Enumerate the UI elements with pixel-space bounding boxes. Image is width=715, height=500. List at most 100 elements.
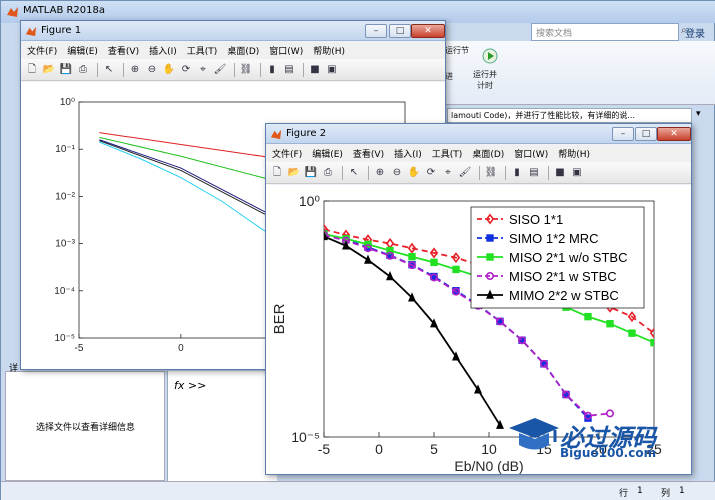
details-panel: 选择文件以查看详细信息 bbox=[5, 371, 165, 481]
legend-entry: SISO 1*1 bbox=[509, 212, 563, 227]
x-tick-label: 0 bbox=[178, 343, 184, 354]
run-and-time-button[interactable]: 运行并 计时 bbox=[473, 69, 497, 91]
print-icon[interactable]: ⎙ bbox=[76, 63, 90, 77]
colorbar-icon[interactable]: ▮ bbox=[510, 166, 524, 180]
link-plot-icon[interactable]: ⛓ bbox=[239, 63, 253, 77]
menu-window[interactable]: 窗口(W) bbox=[514, 147, 548, 160]
command-prompt[interactable]: fx >> bbox=[174, 379, 206, 392]
figure1-title: Figure 1 bbox=[41, 25, 82, 36]
menu-tools[interactable]: 工具(T) bbox=[187, 44, 218, 57]
chevron-down-icon[interactable]: ▾ bbox=[696, 109, 701, 119]
y-axis-label: BER bbox=[271, 303, 288, 334]
minimize-button[interactable]: – bbox=[612, 127, 634, 141]
zoom-in-icon[interactable]: ⊕ bbox=[373, 166, 387, 180]
row-label: 行 bbox=[619, 489, 629, 499]
menu-insert[interactable]: 插入(I) bbox=[149, 44, 177, 57]
series-point-2 bbox=[408, 252, 416, 261]
open-file-icon[interactable]: 📂 bbox=[42, 63, 56, 77]
zoom-out-icon[interactable]: ⊖ bbox=[390, 166, 404, 180]
pan-icon[interactable]: ✋ bbox=[407, 166, 421, 180]
data-cursor-icon[interactable]: ⌖ bbox=[196, 63, 210, 77]
arrow-select-icon[interactable]: ↖ bbox=[347, 166, 361, 180]
save-icon[interactable]: 💾 bbox=[304, 166, 318, 180]
print-icon[interactable]: ⎙ bbox=[321, 166, 335, 180]
x-tick-label: 10 bbox=[481, 441, 497, 457]
figure1-menubar: 文件(F) 编辑(E) 查看(V) 插入(I) 工具(T) 桌面(D) 窗口(W… bbox=[21, 42, 445, 59]
toolbar-separator bbox=[548, 165, 549, 180]
hide-plot-tools-icon[interactable]: ■ bbox=[553, 166, 567, 180]
minimize-button[interactable]: – bbox=[365, 24, 387, 38]
legend-icon[interactable]: ▤ bbox=[527, 166, 541, 180]
figure1-title-bar: Figure 1 – □ ✕ bbox=[21, 21, 445, 41]
command-window[interactable]: fx >> bbox=[167, 371, 277, 481]
colorbar-icon[interactable]: ▮ bbox=[265, 63, 279, 77]
arrow-select-icon[interactable]: ↖ bbox=[102, 63, 116, 77]
doc-search-input[interactable]: 搜索文档 bbox=[531, 23, 679, 41]
rotate-icon[interactable]: ⟳ bbox=[424, 166, 438, 180]
menu-desktop[interactable]: 桌面(D) bbox=[472, 147, 504, 160]
menu-help[interactable]: 帮助(H) bbox=[558, 147, 590, 160]
x-axis-label: Eb/N0 (dB) bbox=[454, 458, 523, 474]
menu-view[interactable]: 查看(V) bbox=[108, 44, 139, 57]
matlab-window-title: MATLAB R2018a bbox=[23, 5, 106, 16]
legend-entry: SIMO 1*2 MRC bbox=[509, 231, 599, 246]
close-button[interactable]: ✕ bbox=[411, 24, 445, 38]
menu-edit[interactable]: 编辑(E) bbox=[312, 147, 343, 160]
toolbar-separator bbox=[342, 165, 343, 180]
y-tick-label: 10⁻³ bbox=[55, 239, 75, 250]
legend-icon[interactable]: ▤ bbox=[282, 63, 296, 77]
figure2-menubar: 文件(F) 编辑(E) 查看(V) 插入(I) 工具(T) 桌面(D) 窗口(W… bbox=[266, 145, 691, 162]
login-link[interactable]: 登录 bbox=[685, 25, 705, 40]
zoom-out-icon[interactable]: ⊖ bbox=[145, 63, 159, 77]
menu-desktop[interactable]: 桌面(D) bbox=[227, 44, 259, 57]
menu-edit[interactable]: 编辑(E) bbox=[67, 44, 98, 57]
menu-file[interactable]: 文件(F) bbox=[27, 44, 57, 57]
run-section-button[interactable]: 运行节 bbox=[445, 45, 469, 56]
editor-ribbon: 运行节 进 运行并 计时 bbox=[441, 41, 715, 105]
close-button[interactable]: ✕ bbox=[657, 127, 691, 141]
menu-window[interactable]: 窗口(W) bbox=[269, 44, 303, 57]
legend-entry: MISO 2*1 w STBC bbox=[509, 269, 617, 284]
watermark-url: Biguo100.com bbox=[560, 446, 657, 460]
series-point-2 bbox=[430, 258, 438, 267]
brush-icon[interactable]: 🖌 bbox=[458, 166, 472, 180]
brush-icon[interactable]: 🖌 bbox=[213, 63, 227, 77]
data-cursor-icon[interactable]: ⌖ bbox=[441, 166, 455, 180]
matlab-logo-icon bbox=[25, 26, 37, 37]
new-figure-icon[interactable]: 🗋 bbox=[25, 63, 39, 77]
rotate-icon[interactable]: ⟳ bbox=[179, 63, 193, 77]
toolbar-separator bbox=[368, 165, 369, 180]
y-tick-label: 10⁰ bbox=[60, 97, 75, 108]
legend-entry: MIMO 2*2 w STBC bbox=[509, 288, 619, 303]
maximize-button[interactable]: □ bbox=[389, 24, 411, 38]
hide-plot-tools-icon[interactable]: ■ bbox=[308, 63, 322, 77]
figure1-toolbar: 🗋 📂 💾 ⎙ ↖ ⊕ ⊖ ✋ ⟳ ⌖ 🖌 ⛓ ▮ ▤ ■ ▣ bbox=[21, 59, 445, 81]
new-figure-icon[interactable]: 🗋 bbox=[270, 166, 284, 180]
series-point-2 bbox=[650, 338, 654, 347]
menu-tools[interactable]: 工具(T) bbox=[432, 147, 463, 160]
y-tick-label: 10⁰ bbox=[299, 193, 321, 209]
toolbar-separator bbox=[303, 62, 304, 77]
open-file-icon[interactable]: 📂 bbox=[287, 166, 301, 180]
save-icon[interactable]: 💾 bbox=[59, 63, 73, 77]
y-tick-label: 10⁻⁵ bbox=[54, 333, 75, 344]
y-tick-label: 10⁻¹ bbox=[55, 144, 75, 155]
status-bar: 行 1 列 1 bbox=[1, 481, 715, 500]
maximize-button[interactable]: □ bbox=[635, 127, 657, 141]
toolbar-separator bbox=[260, 62, 261, 77]
link-plot-icon[interactable]: ⛓ bbox=[484, 166, 498, 180]
zoom-in-icon[interactable]: ⊕ bbox=[128, 63, 142, 77]
y-tick-label: 10⁻² bbox=[55, 191, 75, 202]
menu-help[interactable]: 帮助(H) bbox=[313, 44, 345, 57]
menu-insert[interactable]: 插入(I) bbox=[394, 147, 422, 160]
toolbar-separator bbox=[123, 62, 124, 77]
menu-file[interactable]: 文件(F) bbox=[272, 147, 302, 160]
advance-button[interactable]: 进 bbox=[445, 71, 453, 82]
pan-icon[interactable]: ✋ bbox=[162, 63, 176, 77]
menu-view[interactable]: 查看(V) bbox=[353, 147, 384, 160]
show-plot-tools-icon[interactable]: ▣ bbox=[325, 63, 339, 77]
legend-marker bbox=[486, 234, 494, 242]
show-plot-tools-icon[interactable]: ▣ bbox=[570, 166, 584, 180]
toolbar-separator bbox=[234, 62, 235, 77]
x-tick-label: 0 bbox=[375, 441, 383, 457]
